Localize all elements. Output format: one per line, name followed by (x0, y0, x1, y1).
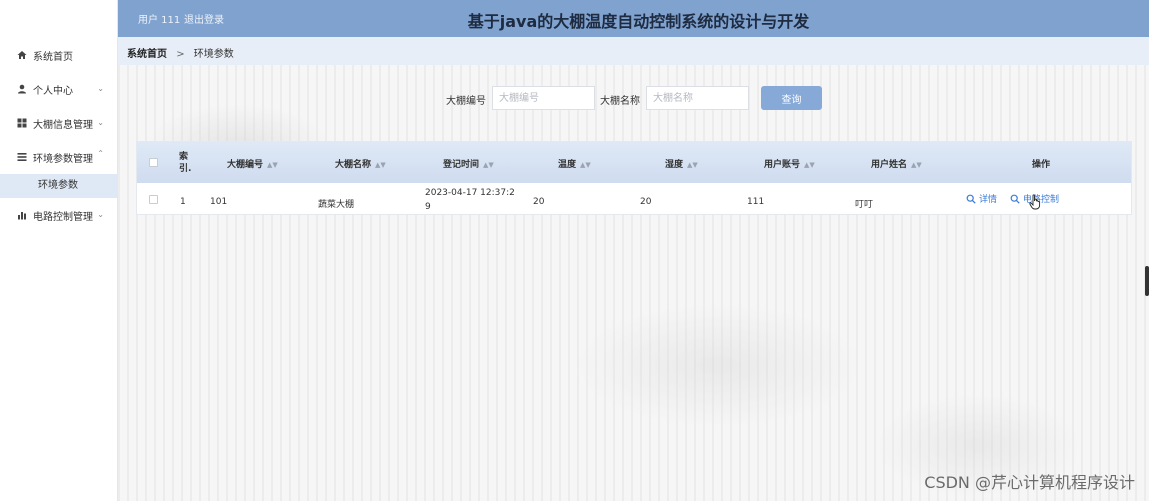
hand-cursor-icon (1029, 194, 1041, 210)
breadcrumb-home-link[interactable]: 系统首页 (127, 49, 167, 60)
breadcrumb-separator: > (176, 49, 185, 60)
search-icon (1010, 194, 1020, 204)
reg-time-line2: 9 (425, 202, 431, 212)
sidebar-item-greenhouse-info[interactable]: 大棚信息管理 ⌄ (0, 106, 118, 140)
query-button[interactable]: 查询 (761, 86, 822, 110)
sidebar: 系统首页 个人中心 ⌄ 大棚信息管理 ⌄ 环境参数管理 ⌃ 环境参数 电路控制管… (0, 0, 118, 501)
sidebar-item-home[interactable]: 系统首页 (0, 38, 118, 72)
search-icon (966, 194, 976, 204)
sidebar-item-personal-center[interactable]: 个人中心 ⌄ (0, 72, 118, 106)
page-title: 基于java的大棚温度自动控制系统的设计与开发 (467, 12, 810, 31)
main-content-area (118, 65, 1149, 501)
sidebar-item-label: 大棚信息管理 (33, 119, 93, 131)
select-all-checkbox[interactable] (149, 158, 158, 167)
user-icon (16, 84, 27, 95)
grid-icon (16, 118, 27, 129)
sort-icon: ▲▼ (580, 161, 591, 169)
header-label: 大棚名称 (335, 160, 372, 170)
header-label: 温度 (558, 160, 577, 170)
table-header: 索 引. 大棚编号 ▲▼ 大棚名称 ▲▼ 登记时间 ▲▼ 温度 ▲▼ 湿度 ▲▼ 用户账号… (137, 142, 1131, 183)
detail-link[interactable]: 详情 (966, 192, 997, 205)
search-greenhouse-no-label: 大棚编号 (446, 96, 486, 107)
column-header-index: 索 引. (179, 151, 191, 175)
cell-reg-time: 2023-04-17 12:37:2 9 (425, 186, 515, 214)
cell-humidity: 20 (640, 197, 652, 207)
cell-index: 1 (180, 197, 186, 207)
sort-icon: ▲▼ (804, 161, 815, 169)
watermark-text: CSDN @芹心计算机程序设计 (924, 473, 1135, 492)
sidebar-item-label: 个人中心 (33, 85, 73, 97)
cell-greenhouse-name: 蔬菜大棚 (318, 200, 355, 210)
sidebar-subitem-env-params[interactable]: 环境参数 (0, 174, 118, 198)
sidebar-menu: 系统首页 个人中心 ⌄ 大棚信息管理 ⌄ 环境参数管理 ⌃ 环境参数 电路控制管… (0, 38, 118, 232)
cell-greenhouse-no: 101 (210, 197, 228, 207)
scrollbar-thumb[interactable] (1145, 266, 1149, 296)
column-header-user-name[interactable]: 用户姓名 ▲▼ (871, 157, 922, 170)
column-header-greenhouse-no[interactable]: 大棚编号 ▲▼ (227, 157, 278, 170)
sort-icon: ▲▼ (687, 161, 698, 169)
list-icon (16, 152, 27, 163)
search-greenhouse-name-input[interactable] (646, 86, 749, 110)
breadcrumb: 系统首页 > 环境参数 (127, 45, 234, 60)
chevron-up-icon: ⌃ (97, 149, 104, 158)
sort-icon: ▲▼ (375, 161, 386, 169)
header-index-line1: 索 (179, 152, 189, 162)
chevron-down-icon: ⌄ (97, 84, 104, 93)
header-label: 用户账号 (764, 160, 801, 170)
env-params-table: 索 引. 大棚编号 ▲▼ 大棚名称 ▲▼ 登记时间 ▲▼ 温度 ▲▼ 湿度 ▲▼ 用户账号… (136, 141, 1132, 215)
cell-temperature: 20 (533, 197, 545, 207)
sidebar-item-env-params[interactable]: 环境参数管理 ⌃ (0, 140, 118, 174)
sort-icon: ▲▼ (911, 161, 922, 169)
breadcrumb-current: 环境参数 (193, 49, 234, 60)
sidebar-item-label: 系统首页 (33, 51, 73, 63)
search-greenhouse-no-input[interactable] (492, 86, 595, 110)
header-label: 湿度 (665, 160, 684, 170)
column-header-reg-time[interactable]: 登记时间 ▲▼ (443, 157, 494, 170)
row-checkbox[interactable] (149, 195, 158, 204)
sort-icon: ▲▼ (483, 161, 494, 169)
column-header-humidity[interactable]: 湿度 ▲▼ (665, 157, 698, 170)
column-header-actions: 操作 (1032, 160, 1051, 170)
chevron-down-icon: ⌄ (97, 118, 104, 127)
breadcrumb-bar: 系统首页 > 环境参数 (118, 37, 1149, 65)
column-header-user-account[interactable]: 用户账号 ▲▼ (764, 157, 815, 170)
header-index-line2: 引. (179, 164, 192, 174)
bar-chart-icon (16, 210, 27, 221)
home-icon (16, 50, 27, 61)
chevron-down-icon: ⌄ (97, 210, 104, 219)
detail-link-label: 详情 (979, 195, 998, 205)
cell-user-name: 叮叮 (855, 200, 874, 210)
reg-time-line1: 2023-04-17 12:37:2 (425, 188, 515, 198)
search-greenhouse-name-label: 大棚名称 (600, 96, 640, 107)
header-label: 大棚编号 (227, 160, 264, 170)
sidebar-item-circuit-control[interactable]: 电路控制管理 ⌄ (0, 198, 118, 232)
sidebar-item-label: 环境参数管理 (33, 153, 93, 165)
column-header-temperature[interactable]: 温度 ▲▼ (558, 157, 591, 170)
top-header: 用户 111 退出登录 基于java的大棚温度自动控制系统的设计与开发 (118, 0, 1149, 37)
column-header-greenhouse-name[interactable]: 大棚名称 ▲▼ (335, 157, 386, 170)
sidebar-item-label: 电路控制管理 (33, 211, 93, 223)
sort-icon: ▲▼ (267, 161, 278, 169)
cell-user-account: 111 (747, 197, 765, 207)
header-label: 用户姓名 (871, 160, 908, 170)
header-label: 登记时间 (443, 160, 480, 170)
